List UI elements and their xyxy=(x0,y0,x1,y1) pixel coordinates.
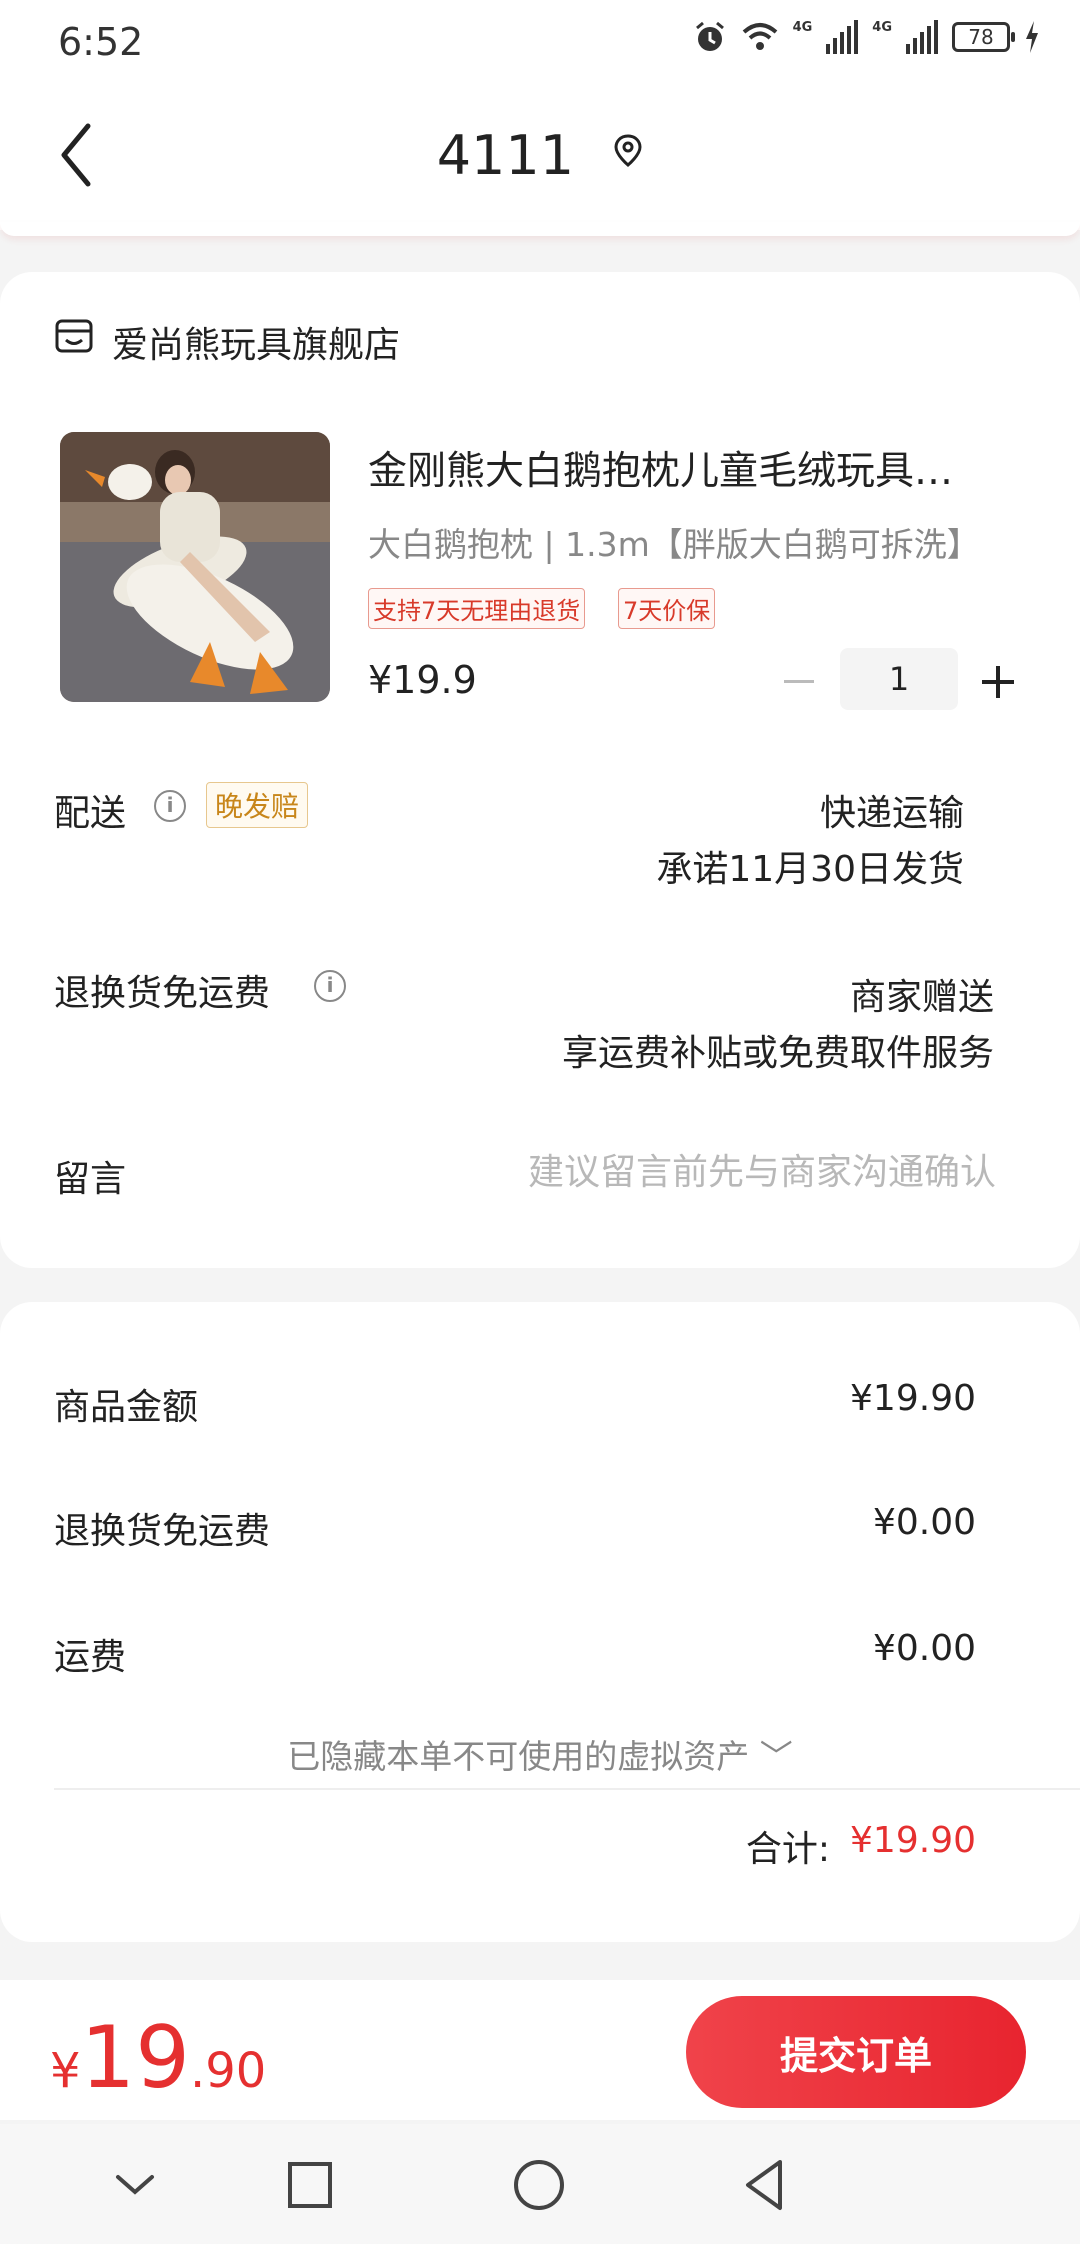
product-price: ¥19.9 xyxy=(368,658,477,702)
nav-hide-button[interactable] xyxy=(100,2150,170,2220)
price-summary-card: 商品金额 ¥19.90 退换货免运费 ¥0.00 运费 ¥0.00 已隐藏本单不… xyxy=(0,1302,1080,1942)
product-spec[interactable]: 大白鹅抱枕 | 1.3m【胖版大白鹅可拆洗】 xyxy=(368,518,980,566)
late-compensation-badge: 晚发赔 xyxy=(206,782,309,828)
store-name[interactable]: 爱尚熊玩具旗舰店 xyxy=(112,316,400,368)
location-pin-icon[interactable] xyxy=(613,134,643,168)
hidden-assets-toggle[interactable]: 已隐藏本单不可使用的虚拟资产 ﹀ xyxy=(0,1730,1080,1778)
nav-recents-button[interactable] xyxy=(274,2150,344,2220)
checkout-price: ¥19.90 xyxy=(50,2008,266,2108)
delivery-method[interactable]: 快递运输 xyxy=(820,784,964,836)
divider xyxy=(54,1788,1080,1790)
total-label: 合计: xyxy=(745,1829,830,1870)
charging-icon xyxy=(1026,21,1038,53)
summary-label-goods: 商品金额 xyxy=(54,1387,199,1428)
quantity-input[interactable]: 1 xyxy=(840,648,958,710)
signal-icon-2 xyxy=(906,20,938,54)
chevron-down-icon xyxy=(116,2175,154,2195)
network-type-label: 4G xyxy=(792,20,813,35)
page-title: 4111 xyxy=(0,124,1080,187)
return-policy-badge: 支持7天无理由退货 xyxy=(368,588,586,629)
price-integer: 19 xyxy=(80,2008,190,2108)
delivery-label: 配送 xyxy=(54,793,127,834)
header-divider xyxy=(0,222,1080,236)
battery-icon: 78 xyxy=(952,22,1015,52)
quantity-plus-button[interactable] xyxy=(980,650,1020,710)
system-nav-bar xyxy=(0,2124,1080,2244)
submit-order-button[interactable]: 提交订单 xyxy=(686,1996,1026,2108)
return-shipping-desc: 享运费补贴或免费取件服务 xyxy=(561,1033,994,1074)
message-label: 留言 xyxy=(54,1159,127,1200)
alarm-icon xyxy=(695,21,724,51)
info-icon[interactable]: i xyxy=(154,790,186,822)
price-protect-badge: 7天价保 xyxy=(618,588,716,629)
return-shipping-label: 退换货免运费 xyxy=(54,973,271,1014)
address-title: 4111 xyxy=(436,124,575,187)
product-title[interactable]: 金刚熊大白鹅抱枕儿童毛绒玩具… xyxy=(368,440,1008,496)
price-decimal: .90 xyxy=(189,2043,267,2099)
circle-icon xyxy=(514,2160,564,2210)
currency-symbol: ¥ xyxy=(50,2043,81,2099)
summary-value-shipping: ¥0.00 xyxy=(872,1628,976,1669)
status-bar: 6:52 4G 4G 78 xyxy=(0,0,1080,80)
triangle-back-icon xyxy=(746,2160,782,2210)
product-image[interactable] xyxy=(60,432,330,702)
return-shipping-value: 商家赠送 xyxy=(849,977,994,1018)
status-time: 6:52 xyxy=(58,20,144,64)
info-icon[interactable]: i xyxy=(314,970,346,1002)
wifi-icon xyxy=(742,23,777,50)
summary-value-goods: ¥19.90 xyxy=(850,1378,976,1419)
store-icon xyxy=(55,319,93,353)
summary-label-return: 退换货免运费 xyxy=(54,1511,271,1552)
summary-value-return: ¥0.00 xyxy=(872,1502,976,1543)
goose-pillow-photo xyxy=(60,432,330,702)
status-icons: 4G 4G 78 xyxy=(693,20,1040,54)
quantity-minus-button[interactable] xyxy=(780,650,820,710)
summary-label-shipping: 运费 xyxy=(54,1637,127,1678)
network-type-label-2: 4G xyxy=(872,20,892,35)
nav-back-button[interactable] xyxy=(730,2150,800,2220)
square-icon xyxy=(288,2162,332,2208)
order-item-card: 爱尚熊玩具旗舰店 金刚熊大白鹅抱枕儿童毛绒玩具… 大白鹅抱枕 | 1.3m【胖版… xyxy=(0,272,1080,1268)
page-header: 4111 xyxy=(0,80,1080,230)
checkout-bar: ¥19.90 提交订单 xyxy=(0,1980,1080,2120)
signal-icon xyxy=(826,20,859,54)
nav-home-button[interactable] xyxy=(504,2150,574,2220)
total-value: ¥19.90 xyxy=(850,1820,976,1861)
message-input[interactable] xyxy=(400,1140,996,1204)
delivery-promise-date: 承诺11月30日发货 xyxy=(656,849,964,890)
